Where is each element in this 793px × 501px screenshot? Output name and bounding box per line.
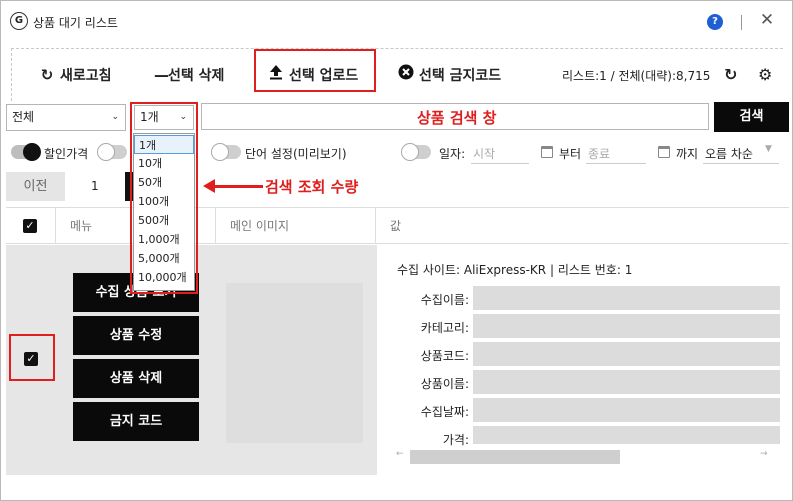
start-date-input[interactable]: 시작	[473, 145, 495, 162]
end-date-underline	[586, 163, 646, 164]
word-settings-toggle[interactable]	[211, 143, 241, 161]
count-dropdown-highlight-box	[130, 102, 198, 294]
field-value	[473, 342, 780, 366]
horizontal-scrollbar[interactable]: ← →	[396, 449, 774, 465]
minus-icon: —	[154, 66, 169, 84]
ban-code-row-button[interactable]: 금지 코드	[73, 402, 199, 441]
close-icon[interactable]: ✕	[759, 10, 775, 30]
select-all-checkbox[interactable]: ✓	[23, 219, 37, 233]
edit-product-button[interactable]: 상품 수정	[73, 316, 199, 355]
title-separator	[741, 15, 742, 30]
field-label: 상품이름:	[420, 377, 469, 391]
date-toggle[interactable]	[401, 143, 431, 161]
field-value	[473, 370, 780, 394]
app-logo-icon: G	[10, 12, 28, 30]
sort-order-select[interactable]: 오름 차순	[705, 145, 753, 162]
help-icon[interactable]: ?	[707, 14, 723, 30]
row-checkbox-highlight-box	[9, 334, 55, 381]
search-annotation-label: 상품 검색 창	[417, 109, 497, 127]
delete-selected-button[interactable]: —선택 삭제	[154, 63, 224, 87]
scroll-left-icon[interactable]: ←	[396, 449, 404, 459]
field-label: 가격:	[442, 433, 469, 447]
prev-page-button[interactable]: 이전	[6, 172, 65, 201]
refresh-label: 새로고침	[60, 68, 112, 84]
page-number: 1	[91, 179, 99, 193]
from-label: 부터	[559, 147, 582, 161]
upload-highlight-box	[254, 49, 376, 92]
source-line: 수집 사이트: AliExpress-KR | 리스트 번호: 1	[397, 263, 633, 277]
window: G 상품 대기 리스트 ? ✕ ↻ 새로고침 —선택 삭제 선택 업로드 선택 금…	[0, 0, 793, 501]
discount-price-label: 할인가격	[44, 147, 89, 161]
field-label: 상품코드:	[420, 349, 469, 363]
field-value	[473, 398, 780, 422]
delete-product-button[interactable]: 상품 삭제	[73, 359, 199, 398]
settings-gear-icon[interactable]: ⚙	[758, 63, 772, 87]
scroll-right-icon[interactable]: →	[760, 449, 768, 459]
field-label: 수집이름:	[420, 293, 469, 307]
sort-underline	[703, 163, 779, 164]
scrollbar-thumb[interactable]	[410, 450, 620, 464]
delete-selected-label: 선택 삭제	[168, 68, 225, 84]
date-label: 일자:	[439, 147, 466, 161]
field-value	[473, 314, 780, 338]
reload-icon[interactable]: ↻	[724, 63, 737, 87]
field-value	[473, 426, 780, 444]
field-label: 수집날짜:	[420, 405, 469, 419]
refresh-icon: ↻	[40, 66, 54, 84]
category-select[interactable]: 전체 ⌄	[6, 104, 126, 131]
chevron-down-icon: ⌄	[111, 112, 119, 122]
search-button[interactable]: 검색	[714, 102, 789, 132]
start-date-underline	[471, 163, 529, 164]
word-settings-label: 단어 설정(미리보기)	[245, 147, 347, 161]
list-status: 리스트:1 / 전체(대략):8,715	[562, 69, 711, 83]
discount-price-toggle[interactable]	[11, 143, 41, 161]
to-label: 까지	[676, 147, 699, 161]
header-value: 값	[390, 219, 402, 233]
ban-code-button[interactable]: 선택 금지코드	[397, 63, 501, 87]
annotation-arrow-line	[213, 185, 263, 188]
main-image	[226, 283, 363, 443]
grid-header: ✓ 메뉴 메인 이미지 값	[6, 207, 789, 244]
ban-icon	[397, 63, 415, 87]
end-date-input[interactable]: 종료	[588, 145, 610, 162]
header-select-cell: ✓	[6, 208, 56, 244]
title-bar: G 상품 대기 리스트 ? ✕	[1, 1, 792, 43]
refresh-button[interactable]: ↻ 새로고침	[38, 63, 112, 87]
window-title: 상품 대기 리스트	[33, 16, 118, 30]
category-select-value: 전체	[12, 110, 35, 124]
field-value	[473, 286, 780, 310]
calendar-icon[interactable]	[658, 146, 670, 158]
count-annotation-label: 검색 조회 수량	[265, 178, 359, 196]
field-label: 카테고리:	[420, 321, 469, 335]
toolbar: ↻ 새로고침 —선택 삭제 선택 업로드 선택 금지코드 리스트:1 / 전체(대…	[11, 48, 783, 101]
chevron-down-icon: ▼	[765, 144, 772, 154]
calendar-icon[interactable]	[541, 146, 553, 158]
header-main-image: 메인 이미지	[216, 208, 376, 244]
hidden-toggle[interactable]	[97, 143, 127, 161]
ban-code-label: 선택 금지코드	[419, 68, 502, 84]
